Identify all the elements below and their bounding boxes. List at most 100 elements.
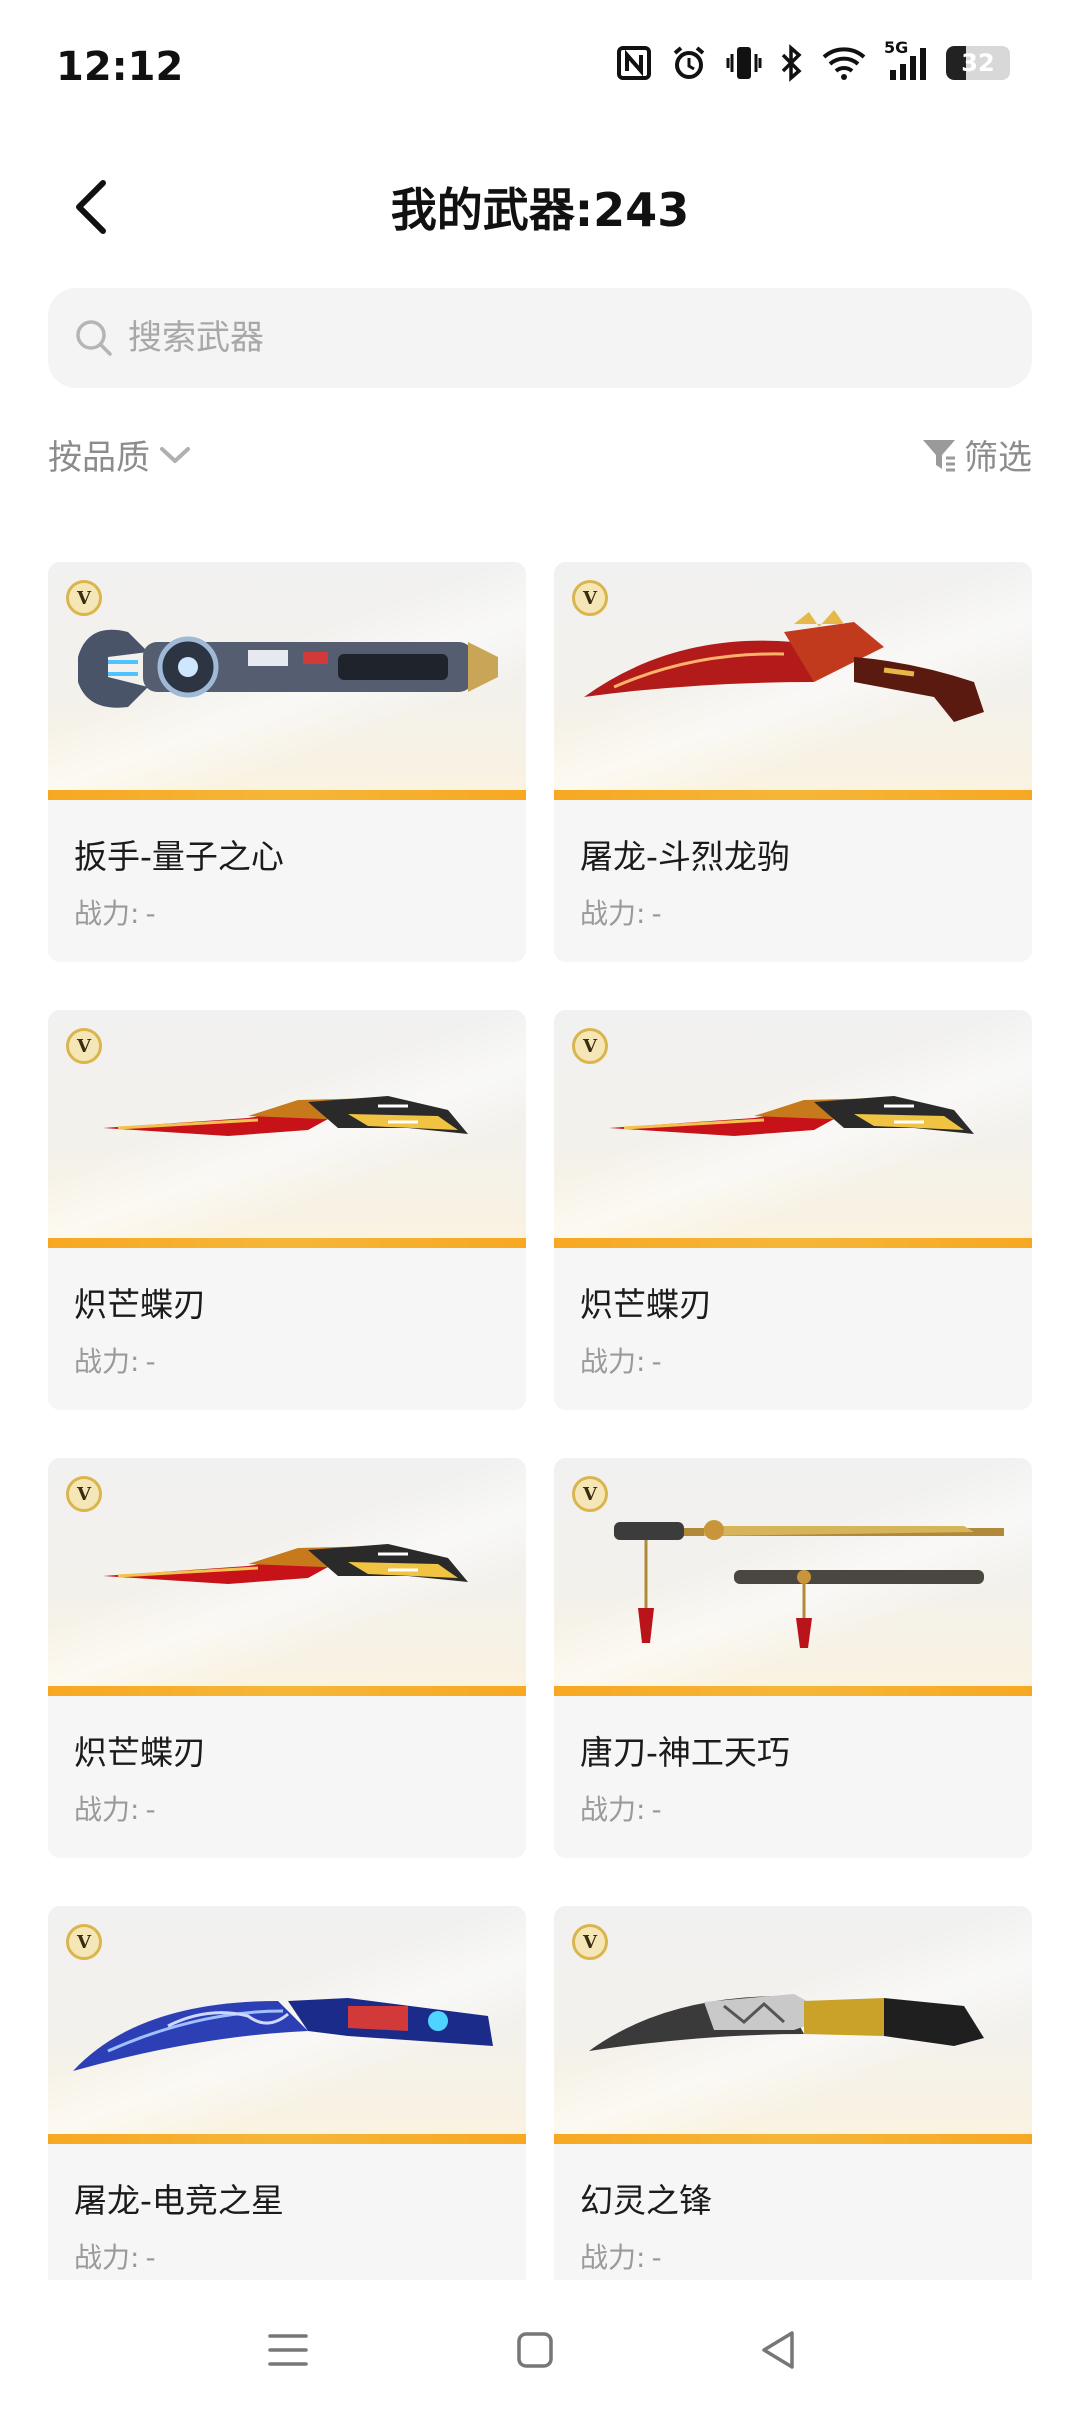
power-value: -: [145, 1793, 156, 1826]
weapon-art-tang-sword: [554, 1458, 1032, 1696]
weapon-power: 战力: -: [74, 892, 156, 932]
weapon-card[interactable]: V 屠龙-斗烈龙驹 战力: -: [554, 562, 1032, 962]
status-bar: 12:12 5G 32: [0, 0, 1080, 130]
power-label: 战力:: [580, 1345, 646, 1378]
quality-bar: [48, 1686, 526, 1696]
v-badge-icon: V: [572, 1924, 608, 1960]
page-title: 我的武器:243: [390, 183, 690, 237]
weapon-card[interactable]: V 扳手-量子之心 战力: -: [48, 562, 526, 962]
bluetooth-icon: [780, 44, 804, 82]
search-input[interactable]: [126, 317, 980, 359]
quality-bar: [554, 790, 1032, 800]
home-button[interactable]: [505, 2320, 565, 2380]
status-time: 12:12: [56, 44, 184, 90]
weapon-power: 战力: -: [580, 2236, 662, 2276]
back-triangle-icon: [762, 2331, 794, 2369]
weapon-art-butterfly: [48, 1458, 526, 1696]
power-value: -: [145, 1345, 156, 1378]
power-label: 战力:: [74, 1793, 140, 1826]
weapon-image: V: [554, 1906, 1032, 2144]
v-badge-icon: V: [66, 1924, 102, 1960]
power-value: -: [651, 2241, 662, 2274]
weapon-art-butterfly: [48, 1010, 526, 1248]
quality-bar: [48, 790, 526, 800]
v-badge-icon: V: [572, 1028, 608, 1064]
weapon-art-kukri-red: [554, 562, 1032, 800]
power-label: 战力:: [580, 1793, 646, 1826]
signal-icon: 5G: [884, 38, 928, 82]
quality-bar: [48, 1238, 526, 1248]
power-value: -: [145, 2241, 156, 2274]
chevron-down-icon: [160, 446, 190, 463]
status-icons: 5G 32: [616, 38, 1010, 82]
quality-bar: [554, 1686, 1032, 1696]
menu-button[interactable]: [258, 2320, 318, 2380]
power-label: 战力:: [74, 2241, 140, 2274]
vibrate-icon: [726, 44, 762, 82]
search-box[interactable]: [48, 288, 1032, 388]
power-value: -: [651, 897, 662, 930]
v-badge-icon: V: [572, 580, 608, 616]
v-badge-icon: V: [66, 1476, 102, 1512]
menu-icon: [268, 2334, 308, 2366]
weapon-image: V: [554, 1010, 1032, 1248]
filter-button[interactable]: 筛选: [920, 430, 1032, 479]
battery-icon: 32: [946, 46, 1010, 80]
v-badge-icon: V: [66, 580, 102, 616]
weapon-image: V: [554, 1458, 1032, 1696]
weapon-card[interactable]: V 炽芒蝶刃 战力: -: [48, 1010, 526, 1410]
quality-bar: [554, 2134, 1032, 2144]
quality-bar: [48, 2134, 526, 2144]
battery-level: 32: [961, 49, 995, 77]
v-badge-icon: V: [66, 1028, 102, 1064]
weapon-name: 屠龙-电竞之星: [74, 2181, 284, 2220]
weapon-card[interactable]: V 炽芒蝶刃 战力: -: [554, 1010, 1032, 1410]
filter-icon: [923, 439, 955, 471]
home-icon: [517, 2332, 553, 2368]
weapon-card[interactable]: V 屠龙-电竞之星 战力: -: [48, 1906, 526, 2306]
weapon-art-kukri-dark: [554, 1906, 1032, 2144]
weapon-card[interactable]: V 唐刀-神工天巧 战力: -: [554, 1458, 1032, 1858]
system-nav-bar: [0, 2280, 1080, 2412]
weapon-art-butterfly: [554, 1010, 1032, 1248]
weapon-name: 炽芒蝶刃: [580, 1285, 712, 1324]
v-badge-icon: V: [572, 1476, 608, 1512]
power-label: 战力:: [580, 897, 646, 930]
power-value: -: [651, 1345, 662, 1378]
weapon-image: V: [554, 562, 1032, 800]
weapon-power: 战力: -: [580, 892, 662, 932]
weapon-image: V: [48, 1906, 526, 2144]
weapon-name: 炽芒蝶刃: [74, 1285, 206, 1324]
wifi-icon: [822, 45, 866, 81]
power-value: -: [145, 897, 156, 930]
power-label: 战力:: [74, 1345, 140, 1378]
weapon-art-kukri-blue: [48, 1906, 526, 2144]
sort-label: 按品质: [48, 438, 150, 478]
power-value: -: [651, 1793, 662, 1826]
weapon-card[interactable]: V 幻灵之锋 战力: -: [554, 1906, 1032, 2306]
weapon-name: 屠龙-斗烈龙驹: [580, 837, 790, 876]
weapon-power: 战力: -: [74, 1340, 156, 1380]
weapon-image: V: [48, 1010, 526, 1248]
weapon-grid: V 扳手-量子之心 战力: - V 屠龙-斗烈龙驹 战力: - V 炽芒蝶刃 战…: [48, 562, 1032, 2306]
weapon-name: 扳手-量子之心: [74, 837, 284, 876]
sort-filter-row: 按品质 筛选: [48, 430, 1032, 490]
filter-label: 筛选: [964, 438, 1032, 478]
quality-bar: [554, 1238, 1032, 1248]
header: 我的武器:243: [0, 150, 1080, 260]
weapon-image: V: [48, 562, 526, 800]
weapon-power: 战力: -: [74, 2236, 156, 2276]
weapon-power: 战力: -: [74, 1788, 156, 1828]
weapon-image: V: [48, 1458, 526, 1696]
network-type-label: 5G: [884, 38, 909, 57]
back-nav-button[interactable]: [748, 2320, 808, 2380]
search-icon: [72, 316, 116, 360]
weapon-power: 战力: -: [580, 1788, 662, 1828]
power-label: 战力:: [580, 2241, 646, 2274]
sort-by-quality-button[interactable]: 按品质: [48, 430, 192, 479]
weapon-name: 唐刀-神工天巧: [580, 1733, 790, 1772]
weapon-card[interactable]: V 炽芒蝶刃 战力: -: [48, 1458, 526, 1858]
power-label: 战力:: [74, 897, 140, 930]
nfc-icon: [616, 45, 652, 81]
weapon-art-wrench: [48, 562, 526, 800]
